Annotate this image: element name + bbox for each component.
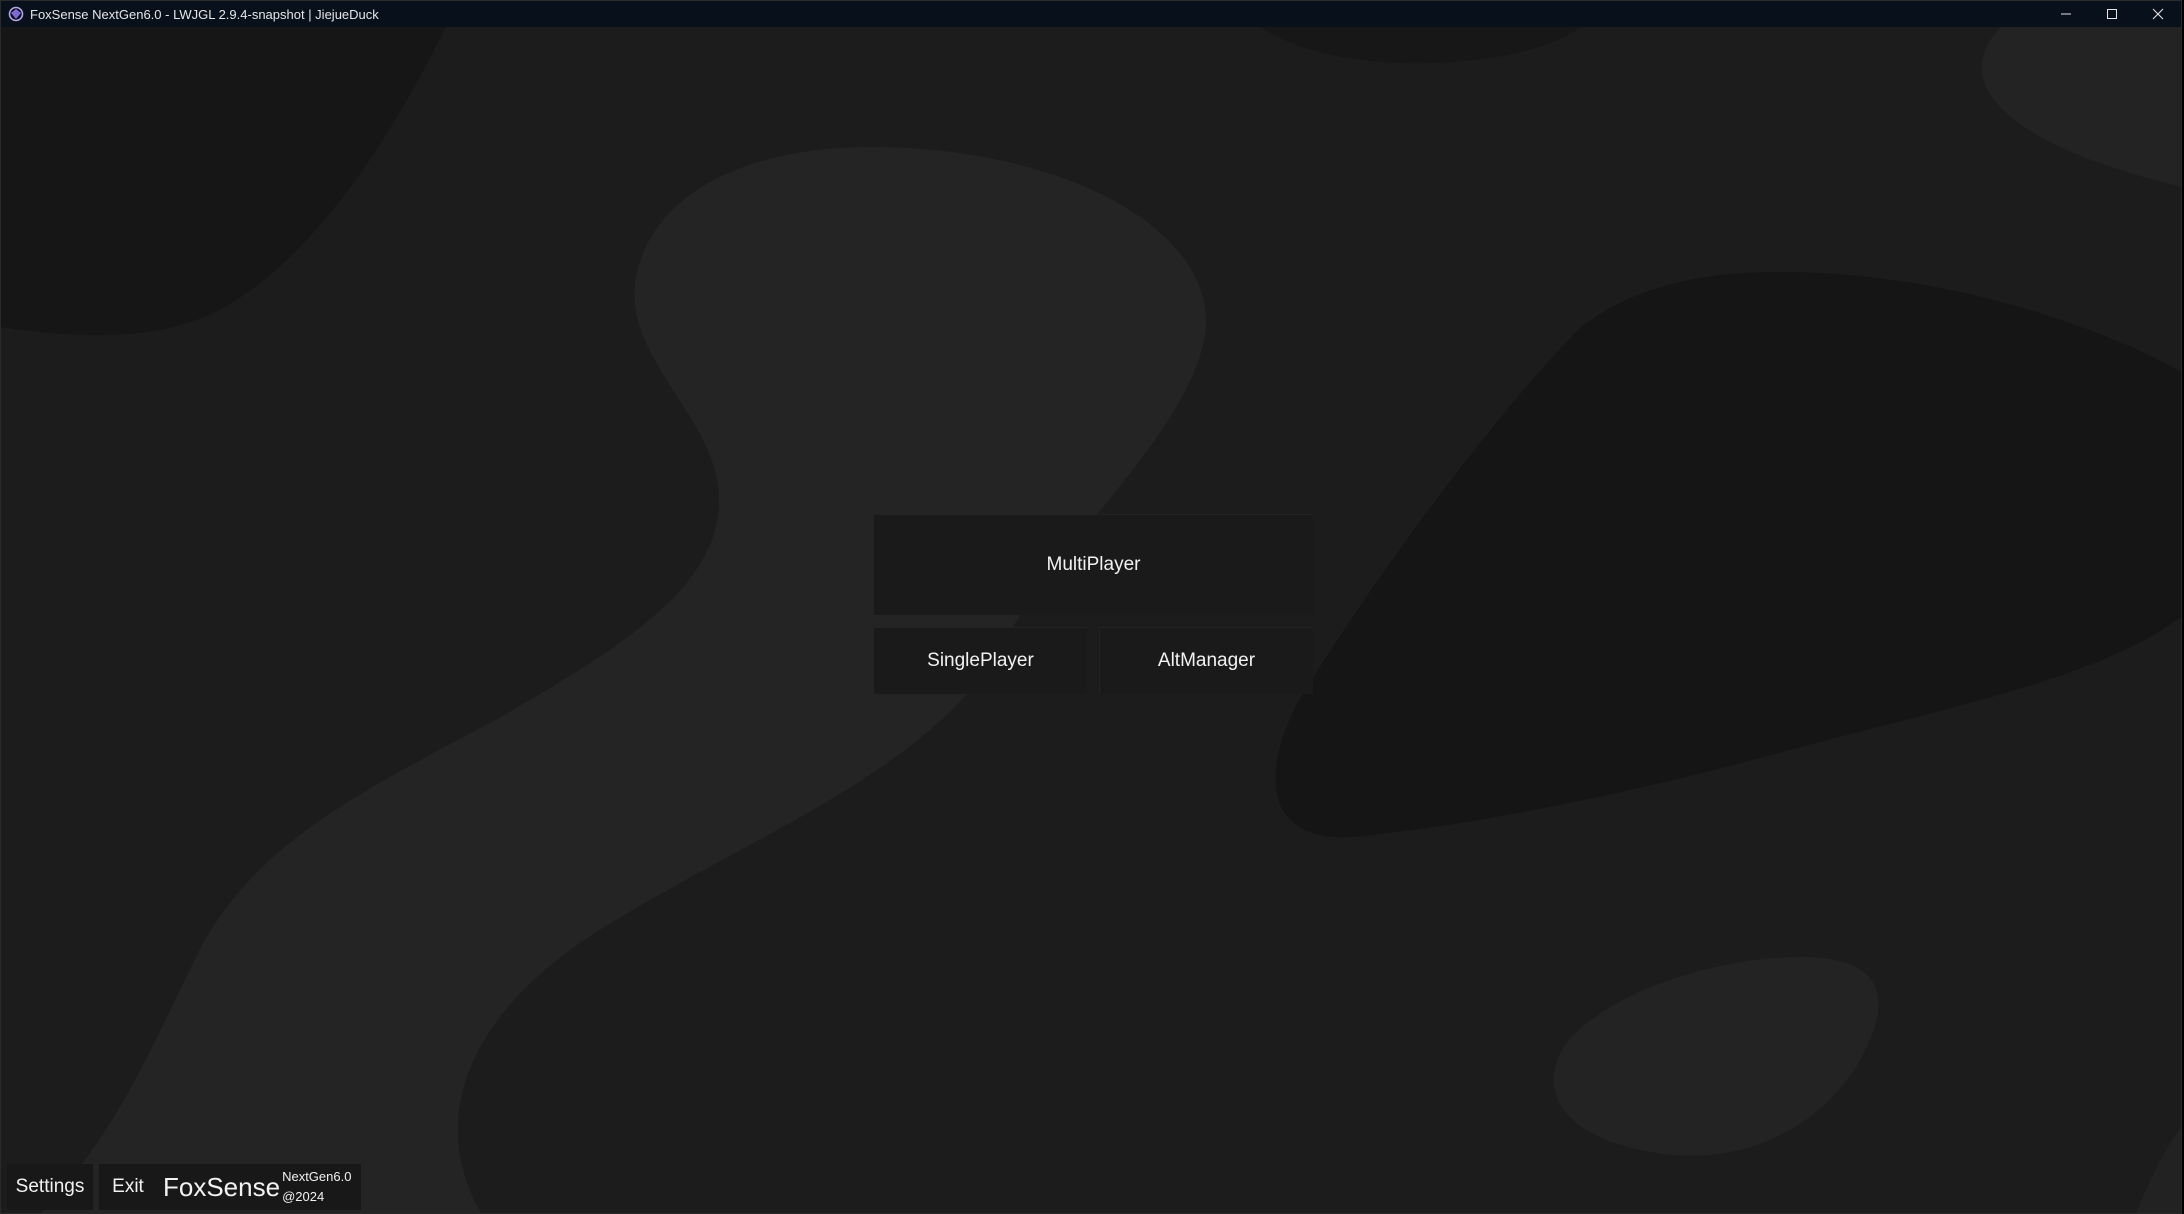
background-blobs xyxy=(1,27,2181,1213)
brand-year: @2024 xyxy=(282,1189,325,1204)
background-blob-light-top-right xyxy=(1981,27,2181,187)
brand-name: FoxSense xyxy=(163,1171,281,1202)
settings-button[interactable]: Settings xyxy=(7,1164,93,1210)
singleplayer-button[interactable]: SinglePlayer xyxy=(873,627,1087,694)
bottom-bar: Settings Exit FoxSense NextGen6.0 @2024 xyxy=(7,1164,362,1210)
window-title: FoxSense NextGen6.0 - LWJGL 2.9.4-snapsh… xyxy=(30,6,379,22)
main-menu-screen: MultiPlayer SinglePlayer AltManager Sett… xyxy=(1,27,2181,1213)
exit-button[interactable]: Exit xyxy=(99,1164,157,1210)
background-blob-light-bottom-right xyxy=(1553,957,1879,1156)
title-bar[interactable]: FoxSense NextGen6.0 - LWJGL 2.9.4-snapsh… xyxy=(1,1,2181,27)
close-icon[interactable] xyxy=(2135,1,2181,27)
background-blob-dark-top-left xyxy=(1,27,446,336)
background-blob-light-bottom-corner xyxy=(2136,1127,2181,1213)
altmanager-button[interactable]: AltManager xyxy=(1099,627,1313,694)
app-logo-icon xyxy=(8,6,24,22)
multiplayer-button[interactable]: MultiPlayer xyxy=(873,514,1313,615)
window-controls xyxy=(2043,1,2181,27)
brand-version: NextGen6.0 xyxy=(282,1169,352,1184)
minimize-icon[interactable] xyxy=(2043,1,2089,27)
background-blob-dark-right xyxy=(1275,272,2181,838)
brand-meta: NextGen6.0 @2024 xyxy=(282,1167,351,1207)
brand-watermark: FoxSense NextGen6.0 @2024 xyxy=(157,1164,362,1210)
background-blob-dark-top-center xyxy=(1261,27,1581,64)
maximize-icon[interactable] xyxy=(2089,1,2135,27)
app-window: FoxSense NextGen6.0 - LWJGL 2.9.4-snapsh… xyxy=(0,0,2182,1214)
